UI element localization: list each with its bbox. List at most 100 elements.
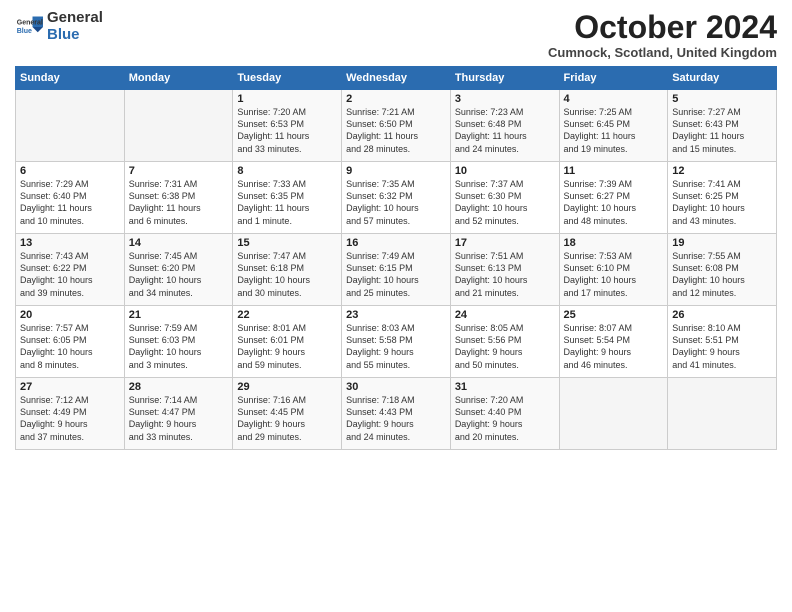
week-row-3: 13Sunrise: 7:43 AM Sunset: 6:22 PM Dayli… — [16, 234, 777, 306]
title-block: October 2024 Cumnock, Scotland, United K… — [548, 10, 777, 60]
day-cell: 26Sunrise: 8:10 AM Sunset: 5:51 PM Dayli… — [668, 306, 777, 378]
day-cell: 23Sunrise: 8:03 AM Sunset: 5:58 PM Dayli… — [342, 306, 451, 378]
day-number: 11 — [564, 165, 664, 177]
day-info: Sunrise: 7:16 AM Sunset: 4:45 PM Dayligh… — [237, 394, 337, 443]
day-info: Sunrise: 8:03 AM Sunset: 5:58 PM Dayligh… — [346, 322, 446, 371]
day-cell: 12Sunrise: 7:41 AM Sunset: 6:25 PM Dayli… — [668, 162, 777, 234]
day-info: Sunrise: 7:21 AM Sunset: 6:50 PM Dayligh… — [346, 106, 446, 155]
day-number: 17 — [455, 237, 555, 249]
day-cell: 6Sunrise: 7:29 AM Sunset: 6:40 PM Daylig… — [16, 162, 125, 234]
day-number: 31 — [455, 381, 555, 393]
day-info: Sunrise: 7:39 AM Sunset: 6:27 PM Dayligh… — [564, 178, 664, 227]
header-cell-sunday: Sunday — [16, 67, 125, 90]
day-cell: 29Sunrise: 7:16 AM Sunset: 4:45 PM Dayli… — [233, 378, 342, 450]
day-cell: 8Sunrise: 7:33 AM Sunset: 6:35 PM Daylig… — [233, 162, 342, 234]
day-number: 4 — [564, 93, 664, 105]
day-cell: 27Sunrise: 7:12 AM Sunset: 4:49 PM Dayli… — [16, 378, 125, 450]
day-number: 18 — [564, 237, 664, 249]
day-number: 10 — [455, 165, 555, 177]
day-cell: 1Sunrise: 7:20 AM Sunset: 6:53 PM Daylig… — [233, 90, 342, 162]
day-cell — [668, 378, 777, 450]
day-info: Sunrise: 7:20 AM Sunset: 6:53 PM Dayligh… — [237, 106, 337, 155]
day-cell: 28Sunrise: 7:14 AM Sunset: 4:47 PM Dayli… — [124, 378, 233, 450]
day-cell: 15Sunrise: 7:47 AM Sunset: 6:18 PM Dayli… — [233, 234, 342, 306]
day-cell — [559, 378, 668, 450]
header-cell-monday: Monday — [124, 67, 233, 90]
day-number: 14 — [129, 237, 229, 249]
day-number: 29 — [237, 381, 337, 393]
day-number: 23 — [346, 309, 446, 321]
day-info: Sunrise: 7:41 AM Sunset: 6:25 PM Dayligh… — [672, 178, 772, 227]
day-info: Sunrise: 7:47 AM Sunset: 6:18 PM Dayligh… — [237, 250, 337, 299]
day-cell: 3Sunrise: 7:23 AM Sunset: 6:48 PM Daylig… — [450, 90, 559, 162]
header-cell-thursday: Thursday — [450, 67, 559, 90]
day-info: Sunrise: 8:07 AM Sunset: 5:54 PM Dayligh… — [564, 322, 664, 371]
month-title: October 2024 — [548, 10, 777, 45]
day-cell: 31Sunrise: 7:20 AM Sunset: 4:40 PM Dayli… — [450, 378, 559, 450]
week-row-1: 1Sunrise: 7:20 AM Sunset: 6:53 PM Daylig… — [16, 90, 777, 162]
day-number: 22 — [237, 309, 337, 321]
day-number: 19 — [672, 237, 772, 249]
day-number: 21 — [129, 309, 229, 321]
logo-icon: General Blue — [15, 13, 43, 41]
day-cell: 2Sunrise: 7:21 AM Sunset: 6:50 PM Daylig… — [342, 90, 451, 162]
location: Cumnock, Scotland, United Kingdom — [548, 45, 777, 60]
day-info: Sunrise: 8:05 AM Sunset: 5:56 PM Dayligh… — [455, 322, 555, 371]
svg-text:General: General — [17, 19, 43, 26]
calendar-table: SundayMondayTuesdayWednesdayThursdayFrid… — [15, 66, 777, 450]
logo-general-text: General — [47, 10, 103, 27]
day-info: Sunrise: 7:53 AM Sunset: 6:10 PM Dayligh… — [564, 250, 664, 299]
day-number: 27 — [20, 381, 120, 393]
day-info: Sunrise: 7:27 AM Sunset: 6:43 PM Dayligh… — [672, 106, 772, 155]
day-number: 7 — [129, 165, 229, 177]
day-cell: 9Sunrise: 7:35 AM Sunset: 6:32 PM Daylig… — [342, 162, 451, 234]
day-cell: 24Sunrise: 8:05 AM Sunset: 5:56 PM Dayli… — [450, 306, 559, 378]
day-info: Sunrise: 7:23 AM Sunset: 6:48 PM Dayligh… — [455, 106, 555, 155]
header-cell-friday: Friday — [559, 67, 668, 90]
day-info: Sunrise: 7:29 AM Sunset: 6:40 PM Dayligh… — [20, 178, 120, 227]
day-cell: 19Sunrise: 7:55 AM Sunset: 6:08 PM Dayli… — [668, 234, 777, 306]
day-info: Sunrise: 7:49 AM Sunset: 6:15 PM Dayligh… — [346, 250, 446, 299]
day-number: 16 — [346, 237, 446, 249]
day-cell: 30Sunrise: 7:18 AM Sunset: 4:43 PM Dayli… — [342, 378, 451, 450]
day-number: 25 — [564, 309, 664, 321]
logo-text: General Blue — [47, 10, 103, 43]
day-info: Sunrise: 7:35 AM Sunset: 6:32 PM Dayligh… — [346, 178, 446, 227]
day-info: Sunrise: 7:12 AM Sunset: 4:49 PM Dayligh… — [20, 394, 120, 443]
header-cell-saturday: Saturday — [668, 67, 777, 90]
day-number: 6 — [20, 165, 120, 177]
header: General Blue General Blue October 2024 C… — [15, 10, 777, 60]
day-info: Sunrise: 7:14 AM Sunset: 4:47 PM Dayligh… — [129, 394, 229, 443]
day-number: 5 — [672, 93, 772, 105]
day-info: Sunrise: 7:55 AM Sunset: 6:08 PM Dayligh… — [672, 250, 772, 299]
day-number: 2 — [346, 93, 446, 105]
day-cell: 4Sunrise: 7:25 AM Sunset: 6:45 PM Daylig… — [559, 90, 668, 162]
day-cell — [124, 90, 233, 162]
day-number: 26 — [672, 309, 772, 321]
day-number: 9 — [346, 165, 446, 177]
day-number: 15 — [237, 237, 337, 249]
day-number: 12 — [672, 165, 772, 177]
day-cell: 22Sunrise: 8:01 AM Sunset: 6:01 PM Dayli… — [233, 306, 342, 378]
day-info: Sunrise: 7:59 AM Sunset: 6:03 PM Dayligh… — [129, 322, 229, 371]
day-cell — [16, 90, 125, 162]
week-row-5: 27Sunrise: 7:12 AM Sunset: 4:49 PM Dayli… — [16, 378, 777, 450]
day-info: Sunrise: 8:01 AM Sunset: 6:01 PM Dayligh… — [237, 322, 337, 371]
day-number: 30 — [346, 381, 446, 393]
day-cell: 21Sunrise: 7:59 AM Sunset: 6:03 PM Dayli… — [124, 306, 233, 378]
day-info: Sunrise: 7:43 AM Sunset: 6:22 PM Dayligh… — [20, 250, 120, 299]
svg-text:Blue: Blue — [17, 28, 32, 35]
logo-blue-text: Blue — [47, 27, 103, 44]
header-row: SundayMondayTuesdayWednesdayThursdayFrid… — [16, 67, 777, 90]
day-info: Sunrise: 7:45 AM Sunset: 6:20 PM Dayligh… — [129, 250, 229, 299]
day-cell: 13Sunrise: 7:43 AM Sunset: 6:22 PM Dayli… — [16, 234, 125, 306]
day-info: Sunrise: 8:10 AM Sunset: 5:51 PM Dayligh… — [672, 322, 772, 371]
day-info: Sunrise: 7:31 AM Sunset: 6:38 PM Dayligh… — [129, 178, 229, 227]
day-cell: 17Sunrise: 7:51 AM Sunset: 6:13 PM Dayli… — [450, 234, 559, 306]
day-cell: 14Sunrise: 7:45 AM Sunset: 6:20 PM Dayli… — [124, 234, 233, 306]
day-number: 3 — [455, 93, 555, 105]
day-cell: 25Sunrise: 8:07 AM Sunset: 5:54 PM Dayli… — [559, 306, 668, 378]
page: General Blue General Blue October 2024 C… — [0, 0, 792, 460]
logo: General Blue General Blue — [15, 10, 103, 43]
day-number: 1 — [237, 93, 337, 105]
